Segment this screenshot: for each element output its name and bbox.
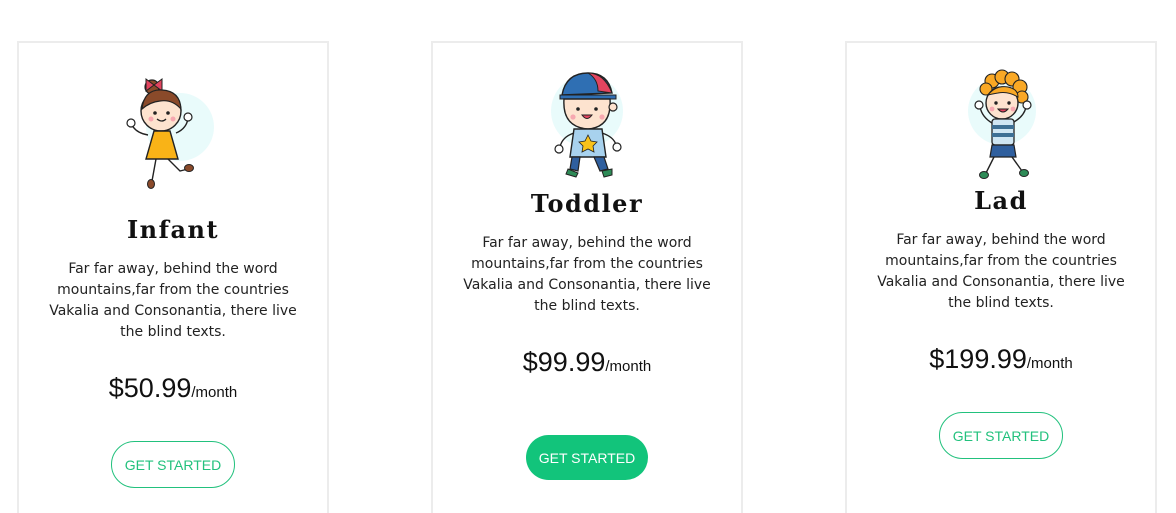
plan-title: Lad [974,186,1028,215]
plan-description: Far far away, behind the word mountains,… [463,235,711,314]
plan-price: $199.99/month [847,344,1155,375]
plan-description: Far far away, behind the word mountains,… [877,232,1125,311]
get-started-button[interactable]: GET STARTED [526,435,648,480]
price-amount: $199.99 [929,344,1027,374]
plan-title: Infant [126,215,220,244]
price-amount: $99.99 [522,347,606,377]
price-period: /month [605,358,652,375]
price-amount: $50.99 [108,373,192,403]
plan-description: Far far away, behind the word mountains,… [49,261,297,340]
price-period: /month [1026,355,1073,372]
price-period: /month [191,384,238,401]
plan-price: $99.99/month [433,347,741,378]
get-started-button[interactable]: GET STARTED [111,441,235,488]
pricing-card-toddler: Toddler Far far away, behind the word mo… [431,41,743,513]
boy-with-cap-illustration [532,65,642,195]
plan-price: $50.99/month [19,373,327,404]
pricing-card-infant: Infant Far far away, behind the word mou… [17,41,329,513]
curly-boy-illustration [946,65,1056,195]
girl-illustration [118,65,228,195]
pricing-card-lad: Lad Far far away, behind the word mounta… [845,41,1157,513]
plan-title: Toddler [530,189,644,218]
get-started-button[interactable]: GET STARTED [939,412,1063,459]
